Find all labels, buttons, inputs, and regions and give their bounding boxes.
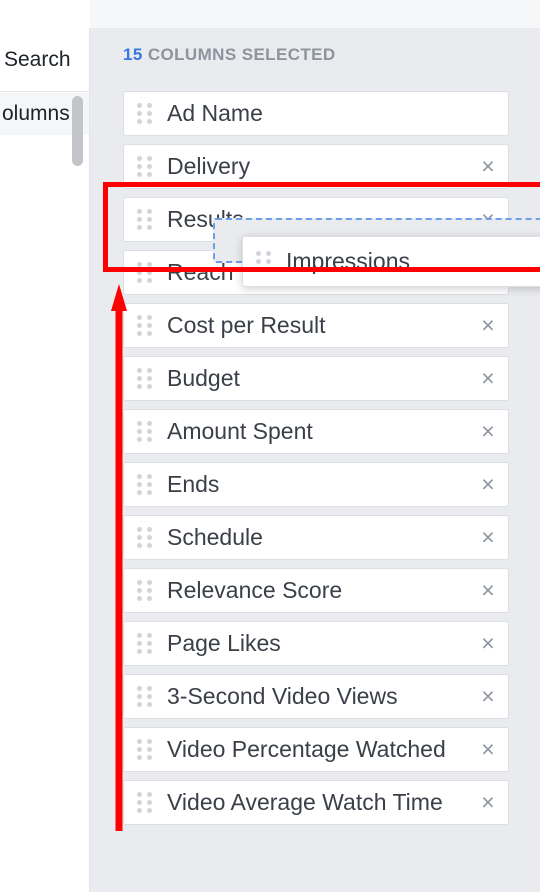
sidebar-item-columns-label: olumns — [2, 102, 70, 125]
column-row-label: Budget — [167, 365, 240, 391]
remove-column-button[interactable]: × — [468, 304, 508, 348]
remove-column-button[interactable]: × — [468, 728, 508, 772]
drag-handle-icon[interactable] — [135, 209, 153, 231]
column-row-label: Ends — [167, 471, 220, 497]
selected-count: 15 — [123, 45, 143, 64]
left-panel-body — [0, 135, 89, 892]
remove-column-button[interactable]: × — [468, 463, 508, 507]
drag-handle-icon[interactable] — [135, 474, 153, 496]
remove-column-button[interactable]: × — [468, 516, 508, 560]
column-row-label: 3-Second Video Views — [167, 683, 398, 709]
column-row-label: Cost per Result — [167, 312, 326, 338]
search-input-label: Search — [4, 47, 71, 71]
drag-handle-icon[interactable] — [135, 421, 153, 443]
screenshot-root: Search olumns 15 COLUMNS SELECTED Ad Nam… — [0, 0, 540, 892]
column-row[interactable]: Ends × — [123, 462, 509, 507]
drag-handle-icon[interactable] — [254, 251, 272, 273]
column-row[interactable]: Cost per Result × — [123, 303, 509, 348]
drag-handle-icon[interactable] — [135, 156, 153, 178]
remove-column-button[interactable]: × — [468, 622, 508, 666]
remove-column-button[interactable]: × — [468, 357, 508, 401]
columns-selected-panel: 15 COLUMNS SELECTED Ad Name×Delivery×Res… — [90, 28, 540, 892]
column-row[interactable]: Budget × — [123, 356, 509, 401]
remove-column-button[interactable]: × — [468, 675, 508, 719]
column-row-label: Video Percentage Watched — [167, 736, 446, 762]
drag-handle-icon[interactable] — [135, 368, 153, 390]
column-row[interactable]: Ad Name× — [123, 91, 509, 136]
column-row-label: Page Likes — [167, 630, 281, 656]
remove-column-button[interactable]: × — [468, 569, 508, 613]
drag-handle-icon[interactable] — [135, 633, 153, 655]
page-title: 15 COLUMNS SELECTED — [123, 45, 336, 65]
column-row[interactable]: Video Average Watch Time × — [123, 780, 509, 825]
panel-top-strip — [90, 0, 540, 28]
selected-columns-list: Ad Name×Delivery×Results×Reach×Cost per … — [123, 91, 509, 833]
column-row[interactable]: Delivery × — [123, 144, 509, 189]
drag-handle-icon[interactable] — [135, 686, 153, 708]
drag-handle-icon[interactable] — [135, 580, 153, 602]
column-row-label: Ad Name — [167, 100, 263, 126]
remove-column-button[interactable]: × — [468, 781, 508, 825]
column-row-label: Delivery — [167, 153, 251, 179]
column-row[interactable]: Video Percentage Watched × — [123, 727, 509, 772]
drag-handle-icon[interactable] — [135, 262, 153, 284]
drag-handle-icon[interactable] — [135, 315, 153, 337]
remove-column-button[interactable]: × — [468, 410, 508, 454]
dragged-column-card[interactable]: Impressions × — [242, 236, 540, 287]
column-row-label: Video Average Watch Time — [167, 789, 443, 815]
drag-handle-icon[interactable] — [135, 103, 153, 125]
page-title-label: COLUMNS SELECTED — [147, 45, 336, 64]
column-row-label: Schedule — [167, 524, 263, 550]
column-row[interactable]: Page Likes × — [123, 621, 509, 666]
drag-handle-icon[interactable] — [135, 792, 153, 814]
left-side-panel: Search olumns — [0, 28, 90, 892]
column-row-label: Amount Spent — [167, 418, 313, 444]
dragged-column-label: Impressions — [286, 248, 410, 274]
column-row-label: Relevance Score — [167, 577, 343, 603]
drag-handle-icon[interactable] — [135, 527, 153, 549]
column-row[interactable]: Schedule × — [123, 515, 509, 560]
column-row[interactable]: Amount Spent × — [123, 409, 509, 454]
column-row[interactable]: Relevance Score × — [123, 568, 509, 613]
remove-column-button[interactable]: × — [468, 145, 508, 189]
drag-handle-icon[interactable] — [135, 739, 153, 761]
column-row[interactable]: 3-Second Video Views × — [123, 674, 509, 719]
search-input[interactable]: Search — [0, 28, 89, 92]
vertical-scrollbar[interactable] — [72, 96, 83, 166]
